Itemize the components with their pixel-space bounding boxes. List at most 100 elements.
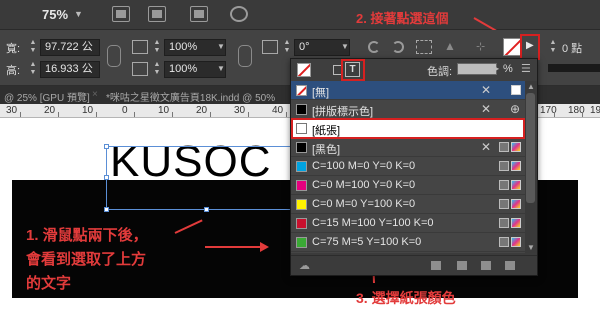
fill-swatch-none-icon[interactable] xyxy=(503,38,521,56)
swatch-name: [黑色] xyxy=(312,144,341,156)
new-color-group-icon[interactable] xyxy=(457,261,467,270)
process-color-icon xyxy=(499,218,509,228)
non-editable-icon: ✕ xyxy=(481,140,492,154)
none-swatch-icon xyxy=(511,85,521,95)
publish-online-icon[interactable] xyxy=(230,6,248,22)
selection-handle[interactable] xyxy=(104,175,109,180)
selection-handle[interactable] xyxy=(204,207,209,212)
process-color-icon xyxy=(499,161,509,171)
process-color-icon xyxy=(499,142,509,152)
constrain-proportions-icon[interactable] xyxy=(107,45,121,67)
show-swatch-kinds-icon[interactable] xyxy=(431,261,441,270)
stroke-weight-value[interactable]: 0 點 xyxy=(562,40,582,56)
scale-x-spinner[interactable]: ▲ ▼ xyxy=(152,39,162,56)
fill-stroke-swatch-icon[interactable] xyxy=(297,63,311,77)
scroll-down-icon[interactable]: ▼ xyxy=(527,243,535,252)
swatch-row-none[interactable]: [無] ✕ xyxy=(291,81,525,100)
tint-field[interactable] xyxy=(457,63,497,75)
process-color-icon xyxy=(499,180,509,190)
scale-x-icon xyxy=(132,40,148,54)
width-spinner[interactable]: ▲ ▼ xyxy=(28,39,38,56)
swatch-row-magenta[interactable]: C=0 M=100 Y=0 K=0 xyxy=(291,176,525,195)
cmyk-mode-icon xyxy=(511,180,521,190)
ruler-mark: 20 xyxy=(44,105,56,116)
ruler-mark: 40 xyxy=(272,105,284,116)
rotation-spinner[interactable]: ▲ ▼ xyxy=(282,39,292,56)
swatch-name: C=75 M=5 Y=100 K=0 xyxy=(312,236,422,248)
swatch-row-yellow[interactable]: C=0 M=0 Y=100 K=0 xyxy=(291,195,525,214)
arrange-documents-icon[interactable] xyxy=(190,6,208,22)
cmyk-mode-icon xyxy=(511,237,521,247)
selection-handle[interactable] xyxy=(104,207,109,212)
formatting-text-button[interactable]: T xyxy=(345,62,360,77)
stroke-type-preview[interactable] xyxy=(548,64,600,72)
ruler-mark: 190 xyxy=(590,105,600,116)
swatch-name: C=100 M=0 Y=0 K=0 xyxy=(312,160,416,172)
swatch-row-green[interactable]: C=75 M=5 Y=100 K=0 xyxy=(291,233,525,252)
flip-vertical-icon[interactable]: ▲ xyxy=(444,39,456,53)
panel-menu-icon[interactable]: ☰ xyxy=(521,62,531,75)
swatch-row-black[interactable]: [黑色] ✕ xyxy=(291,138,525,157)
process-color-icon xyxy=(499,199,509,209)
swatch-name: C=0 M=100 Y=0 K=0 xyxy=(312,179,416,191)
tab-close-icon[interactable]: × xyxy=(92,89,98,100)
step3-annotation: 3. 選擇紙張顏色 xyxy=(356,290,456,306)
swatches-panel: T 色調: ▶ % ☰ [無] ✕ [拼版標示色] ✕ ⊕ [紙張] [黑色] … xyxy=(290,58,538,276)
swatch-chip-black xyxy=(296,142,307,153)
height-spinner[interactable]: ▲ ▼ xyxy=(28,61,38,78)
swatch-chip-red xyxy=(296,218,307,229)
height-label: 高: xyxy=(6,65,21,77)
non-editable-icon: ✕ xyxy=(481,83,492,97)
registration-mark-icon: ⊕ xyxy=(510,102,521,116)
rotate-cw-icon[interactable] xyxy=(392,41,404,53)
width-label: 寬: xyxy=(6,43,21,55)
cc-libraries-icon[interactable]: ☁ xyxy=(299,259,310,272)
scroll-up-icon[interactable]: ▲ xyxy=(527,82,535,91)
height-field[interactable]: 16.933 公 xyxy=(40,61,100,78)
flip-horizontal-icon[interactable] xyxy=(416,40,432,54)
selection-handle[interactable] xyxy=(104,144,109,149)
select-container-icon[interactable]: ⊹ xyxy=(476,40,485,53)
swatch-chip-yellow xyxy=(296,199,307,210)
new-swatch-icon[interactable] xyxy=(481,261,491,270)
scale-y-spinner[interactable]: ▲ ▼ xyxy=(152,61,162,78)
step1-line: 會看到選取了上方 xyxy=(26,251,147,268)
screen-mode-icon[interactable] xyxy=(148,6,166,22)
swatches-list: [無] ✕ [拼版標示色] ✕ ⊕ [紙張] [黑色] ✕ C=100 M=0 … xyxy=(291,81,525,253)
scrollbar-thumb[interactable] xyxy=(526,93,535,203)
width-field[interactable]: 97.722 公 xyxy=(40,39,100,56)
swatch-chip-cyan xyxy=(296,161,307,172)
tint-dropdown-icon[interactable]: ▶ xyxy=(493,64,499,73)
rotation-dropdown-icon[interactable]: ▼ xyxy=(341,42,349,51)
cmyk-mode-icon xyxy=(511,199,521,209)
delete-swatch-icon[interactable] xyxy=(505,261,515,270)
cmyk-mode-icon xyxy=(511,142,521,152)
step1-line: 的文字 xyxy=(26,275,72,292)
stroke-spinner[interactable]: ▲ ▼ xyxy=(548,39,558,56)
non-editable-icon: ✕ xyxy=(481,102,492,116)
tab-document[interactable]: *咪咕之星徵文廣告頁18K.indd @ 50% xyxy=(106,89,275,104)
zoom-level[interactable]: 75% xyxy=(42,7,68,22)
tab-gpu-preview[interactable]: @ 25% [GPU 預覽] xyxy=(4,89,90,104)
step2-annotation: 2. 接著點選這個 xyxy=(356,11,449,26)
cmyk-mode-icon xyxy=(511,161,521,171)
ruler-mark: 0 xyxy=(122,105,128,116)
swatch-name: [拼版標示色] xyxy=(312,106,374,118)
constrain-scale-icon[interactable] xyxy=(238,45,252,67)
swatch-chip-registration xyxy=(296,104,307,115)
swatch-row-registration[interactable]: [拼版標示色] ✕ ⊕ xyxy=(291,100,525,119)
app-menubar: 75% ▼ 2. 接著點選這個 xyxy=(0,0,600,34)
swatch-row-cyan[interactable]: C=100 M=0 Y=0 K=0 xyxy=(291,157,525,176)
scale-x-dropdown-icon[interactable]: ▼ xyxy=(217,42,225,51)
frame-view-icon[interactable] xyxy=(112,6,130,22)
fill-expand-button[interactable]: ▶ xyxy=(526,40,534,51)
swatches-scrollbar[interactable]: ▲ ▼ xyxy=(525,81,537,253)
swatch-name: C=15 M=100 Y=100 K=0 xyxy=(312,217,434,229)
zoom-dropdown-icon[interactable]: ▼ xyxy=(74,9,83,19)
text-frame-selection[interactable] xyxy=(106,146,306,210)
rotate-ccw-icon[interactable] xyxy=(368,41,380,53)
ruler-mark: 30 xyxy=(6,105,18,116)
tint-percent: % xyxy=(503,63,513,75)
scale-y-dropdown-icon[interactable]: ▼ xyxy=(217,64,225,73)
swatch-row-red[interactable]: C=15 M=100 Y=100 K=0 xyxy=(291,214,525,233)
